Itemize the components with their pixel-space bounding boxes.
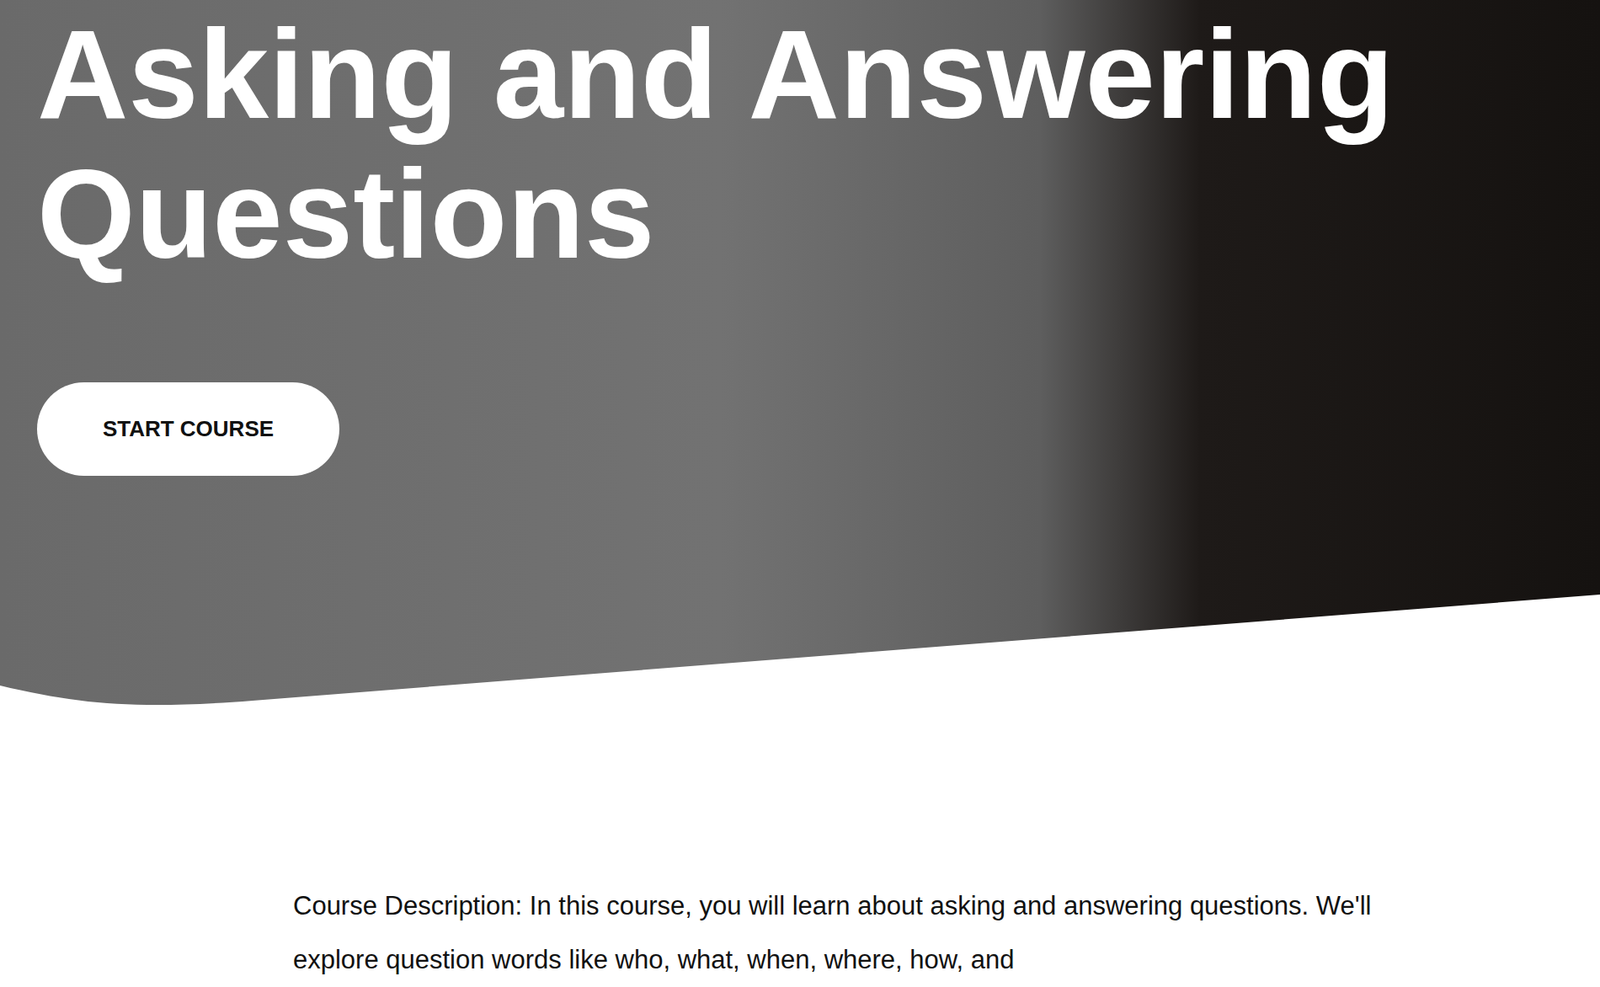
- course-title: Asking and Answering Questions: [37, 4, 1570, 284]
- wave-divider: [0, 589, 1600, 708]
- hero-banner: Asking and Answering Questions START COUR…: [0, 0, 1600, 708]
- course-description: Course Description: In this course, you …: [293, 879, 1439, 987]
- course-page: Asking and Answering Questions START COUR…: [0, 0, 1600, 987]
- description-section: Course Description: In this course, you …: [0, 707, 1600, 987]
- start-course-button[interactable]: START COURSE: [37, 382, 340, 476]
- hero-content: Asking and Answering Questions START COUR…: [0, 0, 1600, 476]
